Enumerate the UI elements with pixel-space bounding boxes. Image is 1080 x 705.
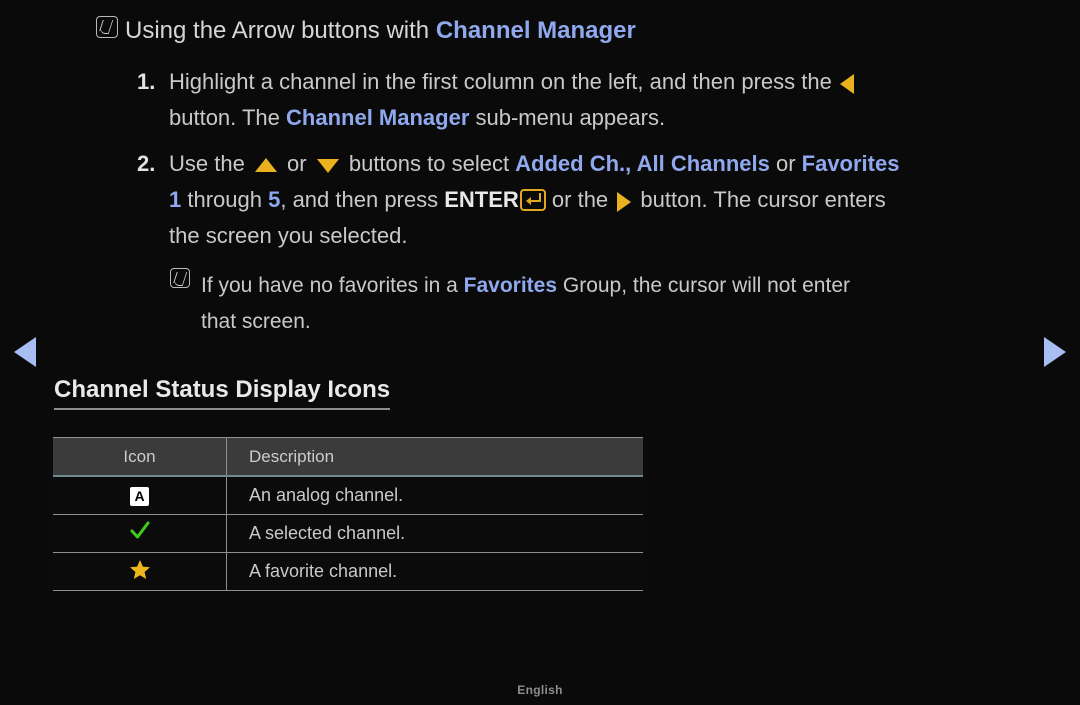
step-2-text-a: Use the [169, 151, 251, 176]
analog-channel-icon: A [130, 487, 149, 506]
footer-language: English [517, 683, 563, 697]
column-header-description: Description [226, 437, 643, 477]
note-icon [170, 268, 190, 288]
option-separator-1: , [625, 151, 637, 176]
step-list: 1. Highlight a channel in the first colu… [137, 64, 1020, 264]
emanual-page: Using the Arrow buttons with Channel Man… [0, 0, 1080, 705]
favorites-range-end: 5 [268, 187, 281, 212]
step-body-2: Use the or buttons to select Added Ch. , … [169, 146, 899, 254]
step-1-text-c: sub-menu appears. [469, 105, 666, 130]
step-2-text-f: or the [545, 187, 615, 212]
table-row: A An analog channel. [53, 476, 643, 515]
table-header-row: Icon Description [53, 437, 643, 477]
section-heading-highlight: Channel Manager [435, 17, 636, 44]
cell-description: A favorite channel. [226, 552, 643, 591]
option-all-channels: All Channels [636, 151, 770, 176]
step-2-text-c: buttons to select [342, 151, 516, 176]
cell-icon: A [53, 476, 227, 515]
sub-note-highlight: Favorites [463, 274, 558, 297]
step-1-text-a: Highlight a channel in the first column … [169, 69, 838, 94]
option-added-ch: Added Ch. [515, 151, 626, 176]
step-number-1: 1. [137, 69, 156, 94]
favorite-channel-star-icon [129, 559, 151, 580]
step-item-1: 1. Highlight a channel in the first colu… [137, 64, 1020, 136]
sub-note-text: If you have no favorites in a Favorites … [201, 268, 850, 340]
sub-note-text-b: Group, the cursor will not enter [557, 274, 850, 297]
step-item-2: 2. Use the or buttons to select Added Ch… [137, 146, 1020, 254]
cell-icon [53, 514, 227, 553]
cell-description: An analog channel. [226, 476, 643, 515]
step-2-text-h: the screen you selected. [169, 223, 408, 248]
step-2-text-e: , and then press [280, 187, 445, 212]
step-1-highlight: Channel Manager [286, 105, 470, 130]
enter-label: ENTER [444, 187, 519, 212]
step-2-text-b: or [280, 151, 313, 176]
cell-description: A selected channel. [226, 514, 643, 553]
enter-key-icon [519, 189, 546, 211]
favorites-range-start: 1 [169, 187, 182, 212]
section-heading: Using the Arrow buttons with Channel Man… [96, 16, 1020, 46]
table-row: A selected channel. [53, 514, 643, 553]
section-heading-text: Using the Arrow buttons with Channel Man… [125, 16, 636, 46]
next-page-arrow[interactable] [1044, 337, 1066, 367]
page-title: Channel Status Display Icons [54, 376, 391, 410]
prev-page-arrow[interactable] [14, 337, 36, 367]
sub-note: If you have no favorites in a Favorites … [170, 268, 1010, 340]
table-row: A favorite channel. [53, 552, 643, 591]
sub-note-text-a: If you have no favorites in a [201, 274, 464, 297]
column-header-icon: Icon [53, 437, 227, 477]
down-arrow-icon [316, 158, 339, 173]
note-icon [96, 16, 118, 38]
step-body-1: Highlight a channel in the first column … [169, 64, 856, 136]
selected-channel-check-icon [129, 521, 151, 541]
up-arrow-icon [254, 158, 277, 173]
option-favorites: Favorites [801, 151, 900, 176]
step-number-2: 2. [137, 151, 156, 176]
step-2-text-d: through [181, 187, 269, 212]
cell-icon [53, 552, 227, 591]
left-arrow-icon [839, 74, 854, 95]
section-heading-prefix: Using the Arrow buttons with [125, 17, 436, 44]
sub-note-text-c: that screen. [201, 310, 311, 333]
channel-status-icon-table: Icon Description A An analog channel. A … [53, 437, 643, 591]
right-arrow-icon [617, 192, 632, 213]
step-1-text-b: button. The [169, 105, 287, 130]
option-separator-2: or [769, 151, 802, 176]
step-2-text-g: button. The cursor enters [634, 187, 886, 212]
